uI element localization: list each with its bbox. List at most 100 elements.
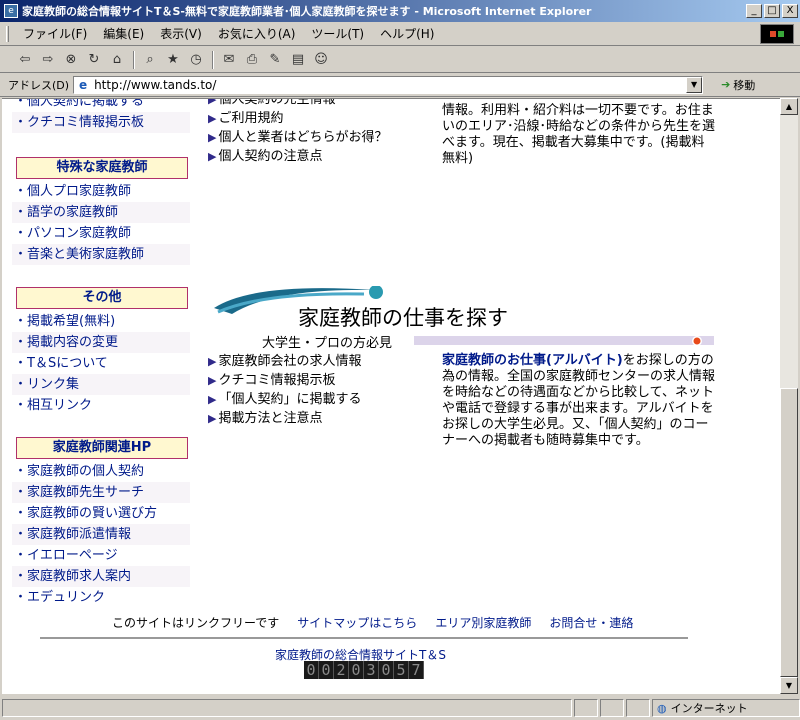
footer-link-sitemap[interactable]: サイトマップはこちら [297,614,417,631]
address-dropdown-icon[interactable]: ▼ [686,76,703,93]
footer-divider [40,637,688,639]
close-button[interactable]: X [782,4,798,18]
go-label: 移動 [733,78,756,92]
address-url[interactable]: http://www.tands.to/ [94,78,216,92]
job-search-link[interactable]: 家庭教師のお仕事(アルバイト) [442,353,623,368]
triangle-bullet-icon: ▶ [208,393,217,406]
ie-app-icon: e [4,4,18,18]
favorites-icon[interactable]: ★ [162,50,184,70]
list-item[interactable]: ▶ 掲載方法と注意点 [208,409,438,428]
menu-grip[interactable] [6,25,9,42]
globe-icon: ◍ [657,701,667,715]
footer-links: このサイトはリンクフリーです サイトマップはこちら エリア別家庭教師 お問合せ・… [112,614,633,631]
page-viewport[interactable]: ・個人契約に掲載する ・クチコミ情報掲示板 特殊な家庭教師 ・個人プロ家庭教師 … [2,98,780,694]
footer-link-area[interactable]: エリア別家庭教師 [435,614,531,631]
refresh-icon[interactable]: ↻ [83,50,105,70]
window-titlebar[interactable]: e 家庭教師の総合情報サイトT＆S-無料で家庭教師業者･個人家庭教師を探せます … [0,0,800,22]
sidebar-item[interactable]: ・パソコン家庭教師 [12,223,190,244]
triangle-bullet-icon: ▶ [208,98,217,106]
standard-toolbar: ⇦ ⇨ ⊗ ↻ ⌂ ⌕ ★ ◷ ✉ ⎙ ✎ ▤ ☺ [0,47,800,73]
vertical-scrollbar[interactable]: ▲ ▼ [780,98,798,694]
scrollbar-thumb[interactable] [780,388,798,677]
sidebar-section-other: その他 ・掲載希望(無料) ・掲載内容の変更 ・T＆Sについて ・リンク集 ・相… [12,287,190,416]
sidebar-item[interactable]: ・エデュリンク [12,587,190,608]
sidebar-item[interactable]: ・家庭教師先生サーチ [12,482,190,503]
footer-link-contact[interactable]: お問合せ・連絡 [549,614,633,631]
mail-icon[interactable]: ✉ [218,50,240,70]
windows-logo-icon [760,24,794,44]
menu-favorites[interactable]: お気に入り(A) [210,25,304,42]
sidebar-item[interactable]: ・リンク集 [12,374,190,395]
sidebar-item[interactable]: ・語学の家庭教師 [12,202,190,223]
edit-icon[interactable]: ✎ [264,50,286,70]
triangle-bullet-icon: ▶ [208,412,217,425]
list-item[interactable]: ▶ クチコミ情報掲示板 [208,371,438,390]
sidebar-item[interactable]: ・相互リンク [12,395,190,416]
sidebar-section-special: 特殊な家庭教師 ・個人プロ家庭教師 ・語学の家庭教師 ・パソコン家庭教師 ・音楽… [12,157,190,265]
status-pane [600,699,624,717]
address-input[interactable]: e http://www.tands.to/ ▼ [73,75,704,94]
access-counter: 00203057 [304,661,424,679]
search-icon[interactable]: ⌕ [139,50,161,70]
scroll-up-icon[interactable]: ▲ [780,98,798,115]
list-item[interactable]: ▶ 個人契約の先生情報 [208,98,438,109]
forward-icon[interactable]: ⇨ [37,50,59,70]
list-item[interactable]: ▶ 家庭教師会社の求人情報 [208,352,438,371]
counter-digit: 0 [304,661,319,679]
status-pane [574,699,598,717]
menu-tools[interactable]: ツール(T) [303,25,372,42]
list-item[interactable]: ▶ 個人と業者はどちらがお得？ [208,128,438,147]
menu-view[interactable]: 表示(V) [152,25,210,42]
home-icon[interactable]: ⌂ [106,50,128,70]
sidebar-item[interactable]: ・T＆Sについて [12,353,190,374]
status-text-pane [2,699,572,717]
sidebar-item[interactable]: ・家庭教師の賢い選び方 [12,503,190,524]
counter-digit: 0 [319,661,334,679]
zone-label: インターネット [670,702,748,715]
banner-subtitle: 大学生・プロの方必見 [262,336,393,351]
window-title: 家庭教師の総合情報サイトT＆S-無料で家庭教師業者･個人家庭教師を探せます - … [22,5,592,18]
footer-note: このサイトはリンクフリーです [112,616,280,630]
counter-digit: 7 [409,661,424,679]
sidebar-item[interactable]: ・家庭教師求人案内 [12,566,190,587]
menu-file[interactable]: ファイル(F) [15,25,95,42]
triangle-bullet-icon: ▶ [208,150,217,163]
address-label: アドレス(D) [8,78,70,92]
discuss-icon[interactable]: ▤ [287,50,309,70]
list-item[interactable]: ▶ 「個人契約」に掲載する [208,390,438,409]
stop-icon[interactable]: ⊗ [60,50,82,70]
sidebar-item[interactable]: ・家庭教師派遣情報 [12,524,190,545]
sidebar-item[interactable]: ・家庭教師の個人契約 [12,461,190,482]
counter-digit: 3 [364,661,379,679]
menu-edit[interactable]: 編集(E) [95,25,152,42]
teacher-search-description: 情報。利用料・紹介料は一切不要です。お住まいのエリア･沿線･時給などの条件から先… [442,103,716,166]
sidebar-item-individual-post[interactable]: ・個人契約に掲載する [12,99,190,112]
minimize-button[interactable]: _ [746,4,762,18]
list-item[interactable]: ▶ ご利用規約 [208,109,438,128]
maximize-button[interactable]: □ [764,4,780,18]
back-icon[interactable]: ⇦ [14,50,36,70]
sidebar-item[interactable]: ・音楽と美術家庭教師 [12,244,190,265]
sidebar-top-list: ・個人契約に掲載する ・クチコミ情報掲示板 [12,99,190,133]
teacher-search-links: ▶ 個人契約の先生情報 ▶ ご利用規約 ▶ 個人と業者はどちらがお得？ ▶ 個人契約の注… [208,98,438,166]
sidebar-item[interactable]: ・掲載希望(無料) [12,311,190,332]
toolbar-separator [212,50,214,69]
counter-digit: 0 [379,661,394,679]
menu-help[interactable]: ヘルプ(H) [372,25,442,42]
sidebar-item[interactable]: ・掲載内容の変更 [12,332,190,353]
messenger-icon[interactable]: ☺ [310,50,332,70]
counter-digit: 0 [349,661,364,679]
job-search-links: ▶ 家庭教師会社の求人情報 ▶ クチコミ情報掲示板 ▶ 「個人契約」に掲載する ▶ 掲載… [208,352,438,428]
scroll-down-icon[interactable]: ▼ [780,677,798,694]
sidebar-item-board[interactable]: ・クチコミ情報掲示板 [12,112,190,133]
history-icon[interactable]: ◷ [185,50,207,70]
sidebar-item[interactable]: ・個人プロ家庭教師 [12,181,190,202]
section-heading: その他 [16,287,188,309]
go-button[interactable]: ➔ 移動 [721,77,755,93]
job-search-description: 家庭教師のお仕事(アルバイト)をお探しの方の為の情報。全国の家庭教師センターの求… [442,353,717,449]
sidebar-item[interactable]: ・イエローページ [12,545,190,566]
counter-digit: 2 [334,661,349,679]
security-zone: ◍ インターネット [652,699,800,717]
print-icon[interactable]: ⎙ [241,50,263,70]
list-item[interactable]: ▶ 個人契約の注意点 [208,147,438,166]
